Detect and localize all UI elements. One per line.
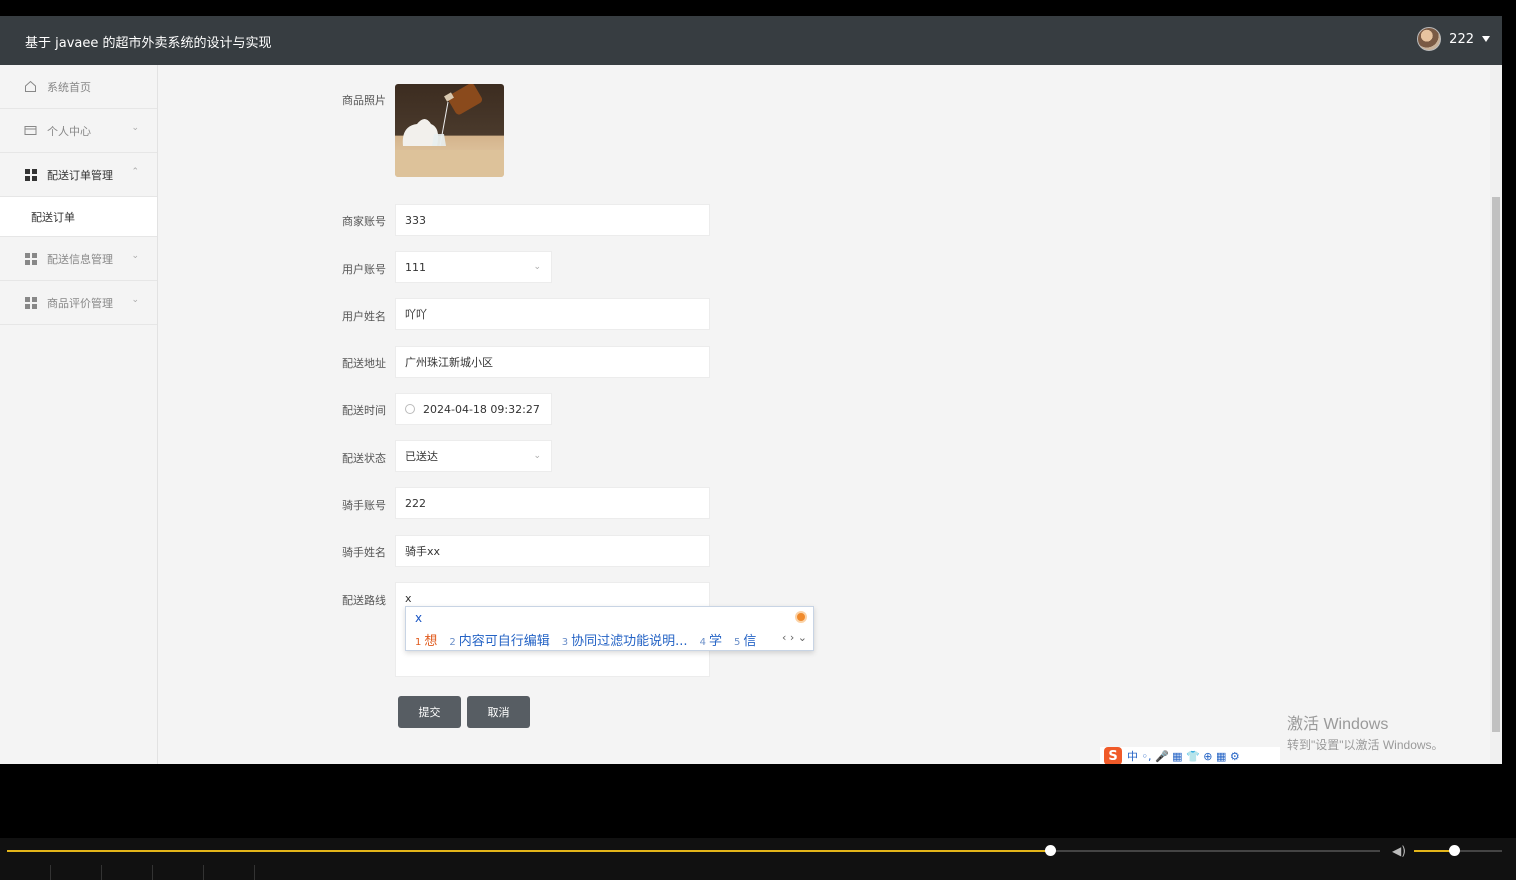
- status-label: 配送状态: [342, 452, 386, 465]
- route-label: 配送路线: [342, 594, 386, 607]
- merchant-account-field[interactable]: 333: [395, 204, 710, 236]
- sidebar-item-reviews[interactable]: 商品评价管理 ⌄: [0, 281, 157, 325]
- sidebar-item-label: 配送信息管理: [47, 252, 113, 266]
- rider-name-label: 骑手姓名: [342, 546, 386, 559]
- photo-label: 商品照片: [342, 94, 386, 107]
- time-picker[interactable]: 2024-04-18 09:32:27: [395, 393, 552, 425]
- route-value: x: [405, 592, 412, 605]
- bottom-tab[interactable]: [153, 865, 204, 880]
- user-account-value: 111: [405, 260, 426, 274]
- rider-account-field[interactable]: 222: [395, 487, 710, 519]
- caret-down-icon[interactable]: [1482, 36, 1490, 42]
- user-menu[interactable]: 222: [1417, 27, 1490, 51]
- rider-account-value: 222: [405, 496, 426, 510]
- rider-account-label: 骑手账号: [342, 499, 386, 512]
- ime-input: x: [415, 611, 423, 625]
- user-name-field[interactable]: 吖吖: [395, 298, 710, 330]
- user-name-value: 吖吖: [405, 308, 427, 321]
- chevron-down-icon: ⌄: [533, 262, 541, 272]
- progress-bar[interactable]: [7, 845, 1380, 856]
- video-player-controls: ◀): [0, 838, 1516, 880]
- volume-knob[interactable]: [1448, 845, 1460, 856]
- rider-name-value: 骑手xx: [405, 545, 441, 558]
- sidebar-subitem-delivery-order[interactable]: 配送订单: [0, 197, 157, 237]
- address-value: 广州珠江新城小区: [405, 356, 493, 369]
- card-icon: [24, 124, 37, 137]
- grid-icon: [24, 252, 37, 265]
- chevron-down-icon: ⌄: [131, 251, 139, 261]
- cancel-button[interactable]: 取消: [467, 696, 530, 728]
- grid-icon: [24, 296, 37, 309]
- ime-candidate-window[interactable]: x 1想 2 内容可自行编辑 3 协同过滤功能说明... 4学 5信 ‹ › ⌄: [405, 606, 814, 651]
- bottom-tab[interactable]: [51, 865, 102, 880]
- rider-name-field[interactable]: 骑手xx: [395, 535, 710, 567]
- address-field[interactable]: 广州珠江新城小区: [395, 346, 710, 378]
- chevron-down-icon: ⌄: [533, 451, 541, 461]
- clock-icon: [405, 404, 415, 414]
- sidebar-item-label: 商品评价管理: [47, 296, 113, 310]
- sidebar-item-personal[interactable]: 个人中心 ⌄: [0, 109, 157, 153]
- merchant-account-label: 商家账号: [342, 215, 386, 228]
- main-form: 商品照片 商家账号 333 用户账号 111 ⌄ 用户姓名 吖吖 配送地址 广州…: [159, 65, 1502, 764]
- volume-fill: [1414, 850, 1454, 852]
- address-label: 配送地址: [342, 357, 386, 370]
- watermark-line1: 激活 Windows: [1287, 716, 1389, 733]
- ime-candidate[interactable]: 4学: [700, 630, 722, 649]
- bottom-tab[interactable]: [204, 865, 255, 880]
- grid-icon: [24, 168, 37, 181]
- sidebar-item-delivery-info[interactable]: 配送信息管理 ⌄: [0, 237, 157, 281]
- sogou-logo-icon: S: [1104, 747, 1122, 764]
- time-value: 2024-04-18 09:32:27: [423, 402, 540, 416]
- windows-activation-watermark: 激活 Windows 转到"设置"以激活 Windows。: [1287, 710, 1444, 753]
- status-select[interactable]: 已送达 ⌄: [395, 440, 552, 472]
- time-label: 配送时间: [342, 404, 386, 417]
- progress-knob[interactable]: [1045, 845, 1057, 856]
- user-account-select[interactable]: 111 ⌄: [395, 251, 552, 283]
- scrollbar-thumb[interactable]: [1492, 197, 1500, 732]
- sidebar-item-delivery-orders[interactable]: 配送订单管理 ⌃: [0, 153, 157, 197]
- chevron-down-icon: ⌄: [131, 295, 139, 305]
- chevron-up-icon: ⌃: [131, 167, 139, 177]
- chevron-down-icon: ⌄: [131, 123, 139, 133]
- user-account-label: 用户账号: [342, 263, 386, 276]
- user-name-label: 用户姓名: [342, 310, 386, 323]
- bottom-tab[interactable]: [102, 865, 153, 880]
- ime-candidates: 1想 2 内容可自行编辑 3 协同过滤功能说明... 4学 5信: [415, 630, 756, 649]
- sidebar-item-label: 系统首页: [47, 80, 91, 94]
- progress-fill: [7, 850, 1051, 852]
- product-photo[interactable]: [395, 84, 504, 177]
- ime-page-nav[interactable]: ‹ › ⌄: [782, 631, 807, 644]
- submit-button[interactable]: 提交: [398, 696, 461, 728]
- bottom-tab[interactable]: [0, 865, 51, 880]
- status-value: 已送达: [405, 450, 438, 463]
- ime-candidate[interactable]: 3 协同过滤功能说明...: [562, 630, 688, 649]
- volume-slider[interactable]: [1414, 845, 1502, 856]
- sidebar-item-label: 配送订单管理: [47, 168, 113, 182]
- ime-candidate[interactable]: 2 内容可自行编辑: [449, 630, 549, 649]
- ime-candidate[interactable]: 1想: [415, 630, 437, 649]
- username[interactable]: 222: [1449, 32, 1474, 47]
- watermark-line2: 转到"设置"以激活 Windows。: [1287, 738, 1444, 752]
- top-bar: 基于 javaee 的超市外卖系统的设计与实现 222: [0, 16, 1502, 65]
- volume-icon[interactable]: ◀): [1392, 844, 1406, 858]
- merchant-account-value: 333: [405, 213, 426, 227]
- player-bottom-tabs: [0, 865, 1516, 880]
- ime-candidate[interactable]: 5信: [734, 630, 756, 649]
- ime-toolbar-label[interactable]: 中 ◦, 🎤 ▦ 👕 ⊕ ▦ ⚙: [1127, 748, 1240, 764]
- sidebar-item-label: 个人中心: [47, 124, 91, 138]
- avatar[interactable]: [1417, 27, 1442, 51]
- ime-logo-icon: [795, 611, 807, 623]
- sidebar-item-home[interactable]: 系统首页: [0, 65, 157, 109]
- sidebar: 系统首页 个人中心 ⌄ 配送订单管理 ⌃ 配送订单 配送信息管理 ⌄ 商品评价管…: [0, 65, 158, 764]
- app-screen: 基于 javaee 的超市外卖系统的设计与实现 222 系统首页 个人中心 ⌄ …: [0, 16, 1502, 764]
- app-title: 基于 javaee 的超市外卖系统的设计与实现: [25, 36, 272, 51]
- ime-toolbar[interactable]: S 中 ◦, 🎤 ▦ 👕 ⊕ ▦ ⚙: [1100, 747, 1280, 764]
- home-icon: [24, 80, 37, 93]
- scrollbar[interactable]: [1490, 65, 1502, 764]
